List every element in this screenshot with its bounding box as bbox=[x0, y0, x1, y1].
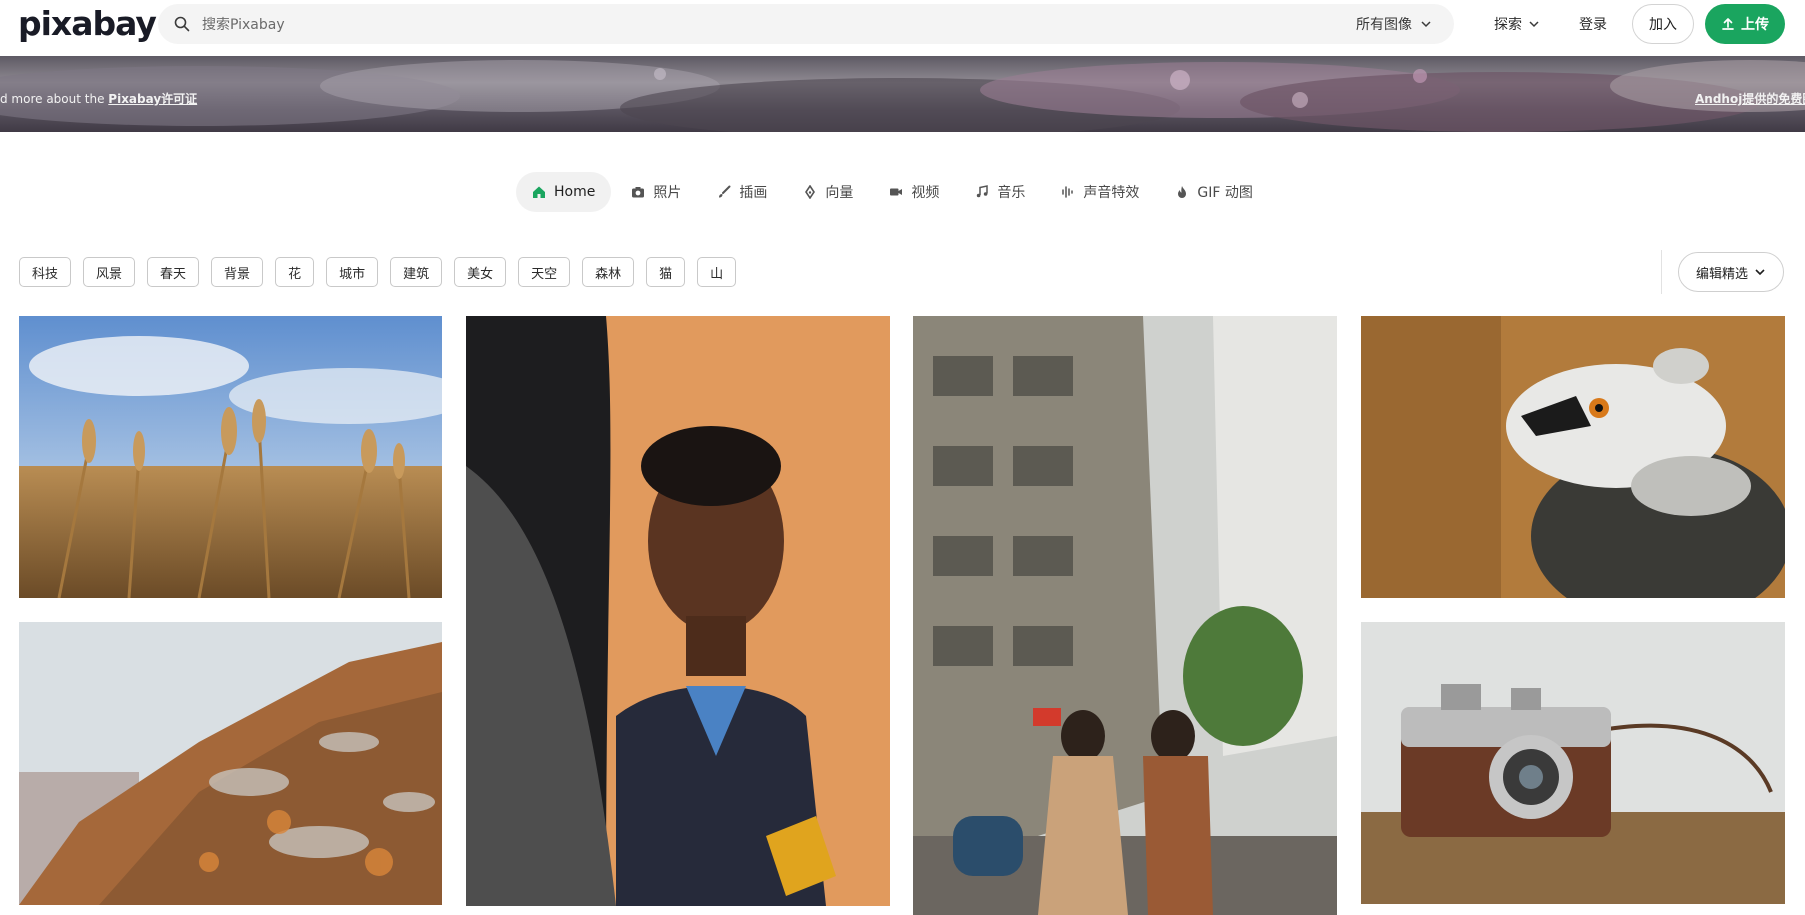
vintage-camera-image bbox=[1361, 622, 1785, 904]
toolbar-divider bbox=[1661, 250, 1662, 294]
sort-label: 编辑精选 bbox=[1695, 266, 1748, 282]
portrait-image bbox=[466, 316, 890, 906]
search-input[interactable]: 搜索Pixabay bbox=[202, 14, 1356, 34]
gif-flame-icon bbox=[1178, 186, 1187, 198]
license-note-prefix: d more about the bbox=[0, 92, 109, 106]
tag-chip[interactable]: 山 bbox=[697, 257, 737, 287]
couple-street-image bbox=[913, 316, 1337, 915]
photo-card-lichen-rock[interactable] bbox=[19, 622, 442, 905]
upload-button[interactable]: 上传 bbox=[1705, 4, 1785, 44]
tag-chip[interactable]: 春天 bbox=[147, 257, 200, 287]
camera-icon bbox=[632, 187, 645, 198]
tag-chip[interactable]: 森林 bbox=[582, 257, 635, 287]
tab-home[interactable]: Home bbox=[516, 172, 612, 212]
tag-chip[interactable]: 花 bbox=[275, 257, 315, 287]
tab-label: Home bbox=[554, 184, 596, 200]
tab-gifs[interactable]: GIF 动图 bbox=[1159, 172, 1268, 212]
wheat-field-image bbox=[19, 316, 442, 598]
popular-tags: 科技 风景 春天 背景 花 城市 建筑 美女 天空 森林 猫 山 bbox=[19, 257, 737, 287]
tab-sound-effects[interactable]: 声音特效 bbox=[1045, 172, 1155, 212]
license-link[interactable]: Pixabay许可证 bbox=[108, 92, 197, 106]
photo-card-couple-street[interactable] bbox=[913, 316, 1337, 915]
banner-background-image bbox=[0, 60, 1805, 132]
tag-chip[interactable]: 猫 bbox=[646, 257, 686, 287]
photo-card-portrait[interactable] bbox=[466, 316, 890, 906]
upload-label: 上传 bbox=[1741, 17, 1769, 33]
tab-label: 视频 bbox=[911, 185, 940, 201]
tab-label: 声音特效 bbox=[1083, 185, 1140, 201]
license-note: d more about the Pixabay许可证 bbox=[0, 90, 197, 107]
login-link[interactable]: 登录 bbox=[1579, 14, 1607, 34]
lichen-rock-image bbox=[19, 622, 442, 905]
tab-label: GIF 动图 bbox=[1197, 185, 1253, 201]
chevron-down-icon bbox=[1755, 269, 1765, 276]
tab-music[interactable]: 音乐 bbox=[959, 172, 1041, 212]
home-icon bbox=[533, 186, 545, 198]
tab-videos[interactable]: 视频 bbox=[873, 172, 955, 212]
tag-chip[interactable]: 背景 bbox=[211, 257, 264, 287]
explore-menu[interactable]: 探索 bbox=[1494, 14, 1540, 34]
lemur-image bbox=[1361, 316, 1785, 598]
chevron-down-icon bbox=[1529, 21, 1539, 28]
search-bar[interactable]: 搜索Pixabay 所有图像 bbox=[158, 4, 1454, 44]
tag-chip[interactable]: 城市 bbox=[326, 257, 379, 287]
photo-card-vintage-camera[interactable] bbox=[1361, 622, 1785, 904]
photo-card-lemur[interactable] bbox=[1361, 316, 1785, 598]
sort-dropdown[interactable]: 编辑精选 bbox=[1678, 252, 1784, 292]
tag-chip[interactable]: 科技 bbox=[19, 257, 72, 287]
tab-label: 插画 bbox=[739, 185, 768, 201]
tag-chip[interactable]: 建筑 bbox=[390, 257, 443, 287]
tag-chip[interactable]: 天空 bbox=[518, 257, 571, 287]
tab-vectors[interactable]: 向量 bbox=[787, 172, 869, 212]
top-navbar: pixabay 搜索Pixabay 所有图像 探索 登录 加入 上传 bbox=[0, 0, 1805, 56]
media-type-filter[interactable]: 所有图像 bbox=[1356, 14, 1412, 34]
video-icon bbox=[890, 188, 903, 196]
search-icon bbox=[174, 16, 190, 32]
hero-banner: d more about the Pixabay许可证 Andhoj提供的免费图… bbox=[0, 56, 1805, 132]
upload-icon bbox=[1722, 18, 1734, 30]
pixabay-logo[interactable]: pixabay bbox=[18, 6, 157, 42]
brush-icon bbox=[719, 185, 731, 198]
photo-card-wheat[interactable] bbox=[19, 316, 442, 598]
tab-label: 音乐 bbox=[997, 185, 1026, 201]
tab-label: 向量 bbox=[825, 185, 854, 201]
banner-credit-link[interactable]: Andhoj提供的免费图像 bbox=[1695, 90, 1805, 107]
tab-label: 照片 bbox=[653, 185, 682, 201]
chevron-down-icon[interactable] bbox=[1420, 18, 1432, 30]
tab-photos[interactable]: 照片 bbox=[615, 172, 697, 212]
tag-chip[interactable]: 美女 bbox=[454, 257, 507, 287]
vector-pen-icon bbox=[805, 185, 816, 199]
media-tabs: Home 照片 插画 向量 视频 音乐 声音特效 GIF 动图 bbox=[516, 172, 1273, 212]
explore-label: 探索 bbox=[1494, 17, 1522, 33]
music-icon bbox=[977, 185, 989, 198]
soundwave-icon bbox=[1062, 186, 1074, 198]
tag-chip[interactable]: 风景 bbox=[83, 257, 136, 287]
tab-illustrations[interactable]: 插画 bbox=[701, 172, 783, 212]
join-button[interactable]: 加入 bbox=[1632, 4, 1694, 44]
